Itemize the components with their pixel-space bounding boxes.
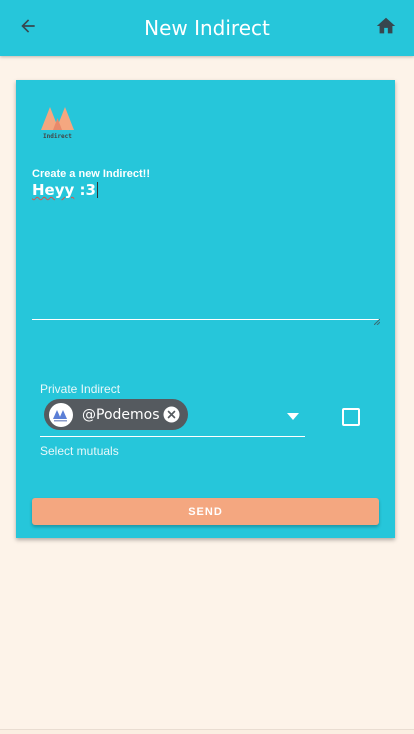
compose-label: Create a new Indirect!! [32, 168, 150, 180]
indirect-text-value: Heyy :3 [32, 181, 98, 199]
indirect-text-area[interactable]: Heyy :3 [32, 181, 381, 326]
select-mutuals-helper: Select mutuals [40, 444, 119, 458]
chip-label: @Podemos [82, 406, 160, 423]
bottom-edge [0, 729, 414, 734]
private-checkbox[interactable] [342, 408, 360, 426]
home-button[interactable] [372, 14, 400, 42]
arrow-left-icon [18, 16, 38, 41]
mutuals-select[interactable]: @Podemos [40, 396, 305, 437]
text-rest: :3 [74, 181, 96, 199]
page-title: New Indirect [144, 16, 270, 40]
new-indirect-screen: New Indirect Indirect Create a new Indir… [0, 0, 414, 734]
logo-wordmark: Indirect [43, 133, 72, 140]
app-bar: New Indirect [0, 0, 414, 56]
compose-card: Indirect Create a new Indirect!! Heyy :3… [16, 80, 395, 538]
home-icon [375, 15, 397, 42]
selected-mutual-chip[interactable]: @Podemos [44, 399, 188, 430]
avatar [49, 402, 73, 427]
back-button[interactable] [14, 14, 42, 42]
misspelled-word: Heyy [32, 181, 75, 199]
private-indirect-label: Private Indirect [40, 382, 121, 396]
text-caret [96, 182, 98, 198]
send-button[interactable]: SEND [32, 498, 379, 525]
resize-grip-icon[interactable] [373, 312, 381, 326]
caret-down-icon[interactable] [287, 407, 299, 420]
close-icon[interactable] [163, 406, 180, 423]
